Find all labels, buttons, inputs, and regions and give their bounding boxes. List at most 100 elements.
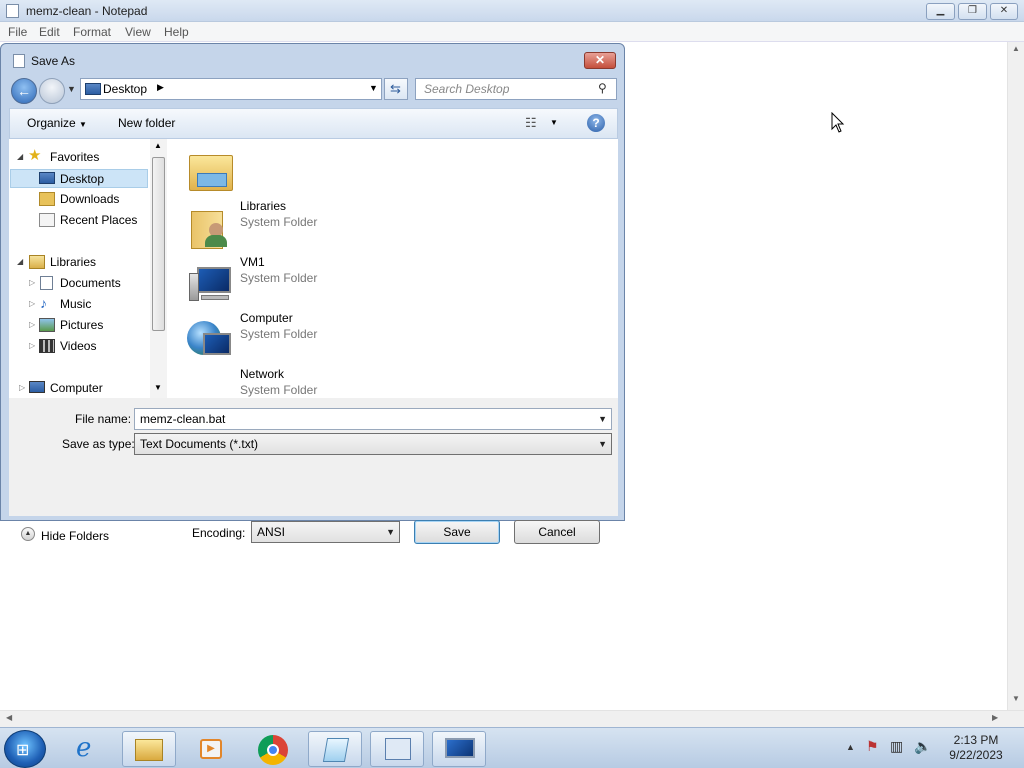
nav-computer[interactable]: ▷ Computer (11, 379, 151, 398)
desktop-icon (39, 172, 55, 184)
vertical-scrollbar[interactable]: ▲ ▼ (1007, 42, 1024, 710)
breadcrumb-chevron-icon[interactable]: ▶ (157, 82, 164, 93)
back-button[interactable]: ← (11, 78, 37, 104)
menu-help[interactable]: Help (164, 25, 189, 39)
taskbar: ⊞ e ▶ ▲ ⚑ ▥ 🔈 (0, 727, 1024, 768)
documents-icon (40, 276, 53, 290)
encoding-select[interactable]: ANSI ▼ (251, 521, 400, 543)
menu-edit[interactable]: Edit (39, 25, 60, 39)
computer-icon (197, 267, 231, 293)
new-folder-button[interactable]: New folder (118, 116, 175, 130)
item-name[interactable]: Libraries (240, 199, 286, 213)
item-name[interactable]: VM1 (240, 255, 265, 269)
nav-computer-label: Computer (50, 381, 103, 395)
taskbar-chrome[interactable] (246, 731, 300, 767)
show-hidden-icons-button[interactable]: ▲ (846, 742, 855, 752)
dialog-toolbar: Organize ▼ New folder ☷ ▼ ? (9, 108, 618, 139)
forward-button[interactable] (39, 78, 65, 104)
collapse-icon[interactable]: ▲ (21, 527, 35, 541)
back-arrow-icon: ← (17, 83, 31, 99)
nav-pane-scrollbar[interactable]: ▲ ▼ (150, 139, 167, 398)
item-name[interactable]: Computer (240, 311, 293, 325)
taskbar-explorer[interactable] (122, 731, 176, 767)
chevron-down-icon[interactable]: ▼ (598, 434, 607, 454)
save-type-select[interactable]: Text Documents (*.txt) ▼ (134, 433, 612, 455)
keyboard-icon (201, 295, 229, 300)
maximize-button[interactable]: ❐ (958, 3, 987, 20)
taskbar-notepad[interactable] (308, 731, 362, 767)
volume-muted-icon[interactable]: 🔈 (914, 738, 931, 755)
nav-downloads[interactable]: Downloads (11, 190, 151, 209)
cancel-button[interactable]: Cancel (514, 520, 600, 544)
encoding-value: ANSI (257, 525, 286, 539)
system-clock[interactable]: 2:13 PM 9/22/2023 (936, 733, 1016, 763)
taskbar-remote-desktop[interactable] (432, 731, 486, 767)
nav-music[interactable]: ▷ ♪ Music (11, 295, 151, 314)
dialog-title: Save As (31, 54, 76, 68)
nav-pictures[interactable]: ▷ Pictures (11, 316, 151, 335)
nav-recent-places[interactable]: Recent Places (11, 211, 151, 230)
action-center-flag-icon[interactable]: ⚑ (866, 738, 879, 755)
view-options-icon[interactable]: ☷ (525, 115, 537, 131)
taskbar-control-panel[interactable] (370, 731, 424, 767)
music-note-icon: ♪ (40, 295, 47, 311)
hide-folders-button[interactable]: Hide Folders (41, 529, 109, 543)
nav-videos[interactable]: ▷ Videos (11, 337, 151, 356)
nav-libraries-label: Libraries (50, 255, 97, 269)
file-name-field[interactable]: memz-clean.bat ▼ (134, 408, 612, 430)
horizontal-scrollbar[interactable]: ◀ ▶ (0, 710, 1024, 727)
help-icon[interactable]: ? (587, 114, 605, 132)
view-dropdown-icon[interactable]: ▼ (550, 118, 558, 127)
address-dropdown-icon[interactable]: ▼ (369, 83, 378, 93)
clock-date: 9/22/2023 (949, 748, 1003, 762)
dialog-close-button[interactable]: ✕ (584, 52, 616, 69)
chevron-down-icon: ▼ (79, 120, 87, 129)
scroll-thumb[interactable] (152, 157, 165, 331)
address-bar[interactable]: Desktop ▶ ▼ (80, 78, 382, 100)
nav-favorites-label: Favorites (50, 150, 100, 164)
search-input[interactable]: Search Desktop (424, 82, 509, 96)
videos-icon (39, 339, 55, 353)
computer-icon (29, 381, 45, 393)
notepad-icon (322, 738, 350, 762)
organize-button[interactable]: Organize ▼ (27, 116, 87, 130)
nav-desktop[interactable]: Desktop (10, 169, 148, 188)
menu-view[interactable]: View (125, 25, 151, 39)
nav-documents[interactable]: ▷ Documents (11, 274, 151, 293)
nav-downloads-label: Downloads (60, 192, 120, 206)
item-type: System Folder (240, 383, 318, 397)
list-item[interactable] (187, 205, 235, 251)
computer-tower-icon (189, 273, 199, 301)
item-type: System Folder (240, 327, 318, 341)
address-location[interactable]: Desktop (103, 82, 147, 96)
search-box[interactable]: Search Desktop ⚲ (415, 78, 617, 100)
network-status-icon[interactable]: ▥ (890, 738, 903, 755)
menu-format[interactable]: Format (73, 25, 111, 39)
chevron-down-icon[interactable]: ▼ (598, 409, 607, 429)
item-type: System Folder (240, 215, 318, 229)
network-monitor-icon (203, 333, 231, 355)
nav-favorites[interactable]: ◢ ★ Favorites (11, 147, 151, 167)
list-item[interactable] (187, 149, 235, 195)
internet-explorer-icon: e (76, 733, 92, 763)
save-button[interactable]: Save (414, 520, 500, 544)
taskbar-internet-explorer[interactable]: e (62, 731, 116, 767)
list-item[interactable] (187, 261, 235, 307)
minimize-button[interactable]: ▁ (926, 3, 955, 20)
list-item[interactable] (187, 317, 235, 363)
recent-locations-dropdown[interactable]: ▼ (67, 84, 76, 94)
navigation-pane: ◢ ★ Favorites Desktop Downloads Recent P… (9, 139, 167, 398)
chevron-down-icon[interactable]: ▼ (386, 522, 395, 542)
chrome-icon (258, 735, 288, 765)
desktop-icon (85, 83, 101, 95)
start-button[interactable]: ⊞ (4, 730, 46, 768)
clock-time: 2:13 PM (953, 733, 999, 747)
nav-libraries[interactable]: ◢ Libraries (11, 253, 151, 272)
taskbar-media-player[interactable]: ▶ (184, 731, 238, 767)
refresh-button[interactable]: ⇆ (384, 78, 408, 100)
control-panel-icon (385, 738, 411, 760)
item-name[interactable]: Network (240, 367, 284, 381)
menu-file[interactable]: File (8, 25, 27, 39)
close-button[interactable]: ✕ (990, 3, 1018, 20)
file-name-value: memz-clean.bat (140, 412, 226, 426)
